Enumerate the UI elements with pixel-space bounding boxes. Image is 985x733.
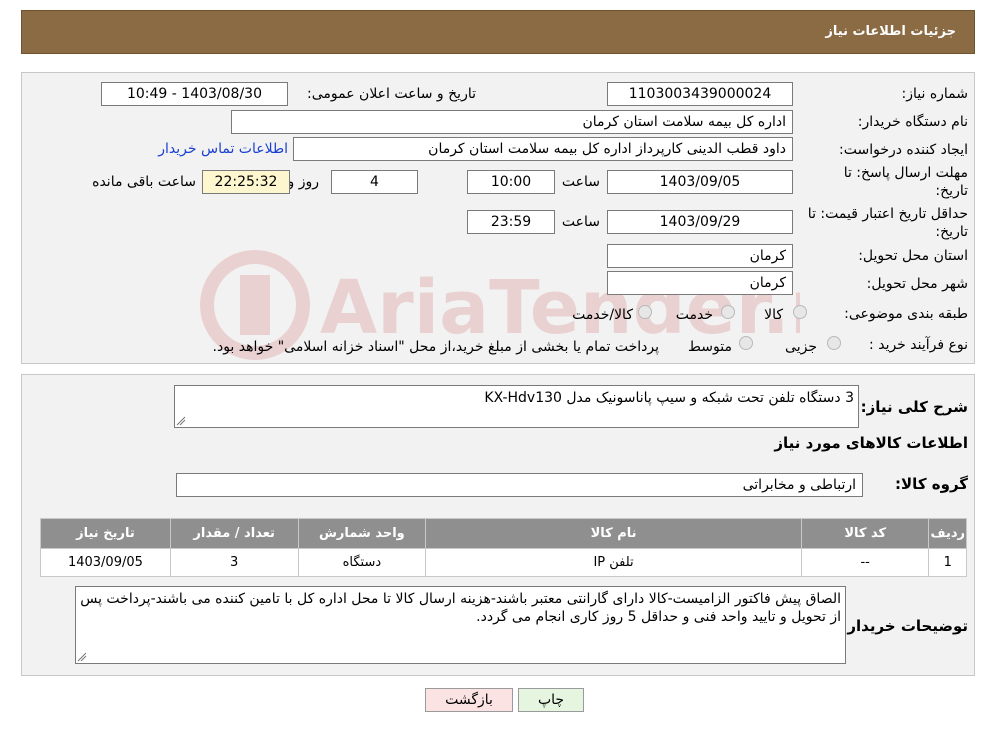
- category-option-goods: کالا: [764, 307, 783, 323]
- buyer-contact-link[interactable]: اطلاعات تماس خریدار: [158, 141, 288, 157]
- validity-time-field: 23:59: [467, 210, 555, 234]
- page-title: جزئیات اطلاعات نیاز: [21, 10, 975, 54]
- province-label: استان محل تحویل:: [858, 248, 968, 264]
- deadline-time-label: ساعت: [561, 174, 600, 190]
- buyer-notes-label: توضیحات خریدار:: [841, 617, 968, 635]
- days-remaining-field: 4: [331, 170, 418, 194]
- col-quantity: تعداد / مقدار: [169, 518, 299, 549]
- creator-field: داود قطب الدینی کارپرداز اداره کل بیمه س…: [293, 137, 793, 161]
- summary-text: 3 دستگاه تلفن تحت شبکه و سیپ پاناسونیک م…: [484, 390, 854, 406]
- deadline-label: مهلت ارسال پاسخ: تا: [843, 165, 968, 181]
- city-label: شهر محل تحویل:: [866, 276, 968, 292]
- cell-unit: دستگاه: [297, 548, 427, 577]
- days-label: روز و: [287, 174, 320, 190]
- summary-textarea[interactable]: 3 دستگاه تلفن تحت شبکه و سیپ پاناسونیک م…: [174, 385, 859, 428]
- deadline-label-date: تاریخ:: [935, 183, 968, 199]
- summary-label: شرح کلی نیاز:: [860, 398, 968, 416]
- category-radio-service[interactable]: [721, 305, 735, 319]
- validity-label-date: تاریخ:: [935, 224, 968, 240]
- cell-row-no: 1: [928, 548, 967, 577]
- process-note: پرداخت تمام یا بخشی از مبلغ خرید،از محل …: [212, 339, 659, 355]
- creator-label: ایجاد کننده درخواست:: [839, 142, 968, 158]
- process-option-minor: جزیی: [785, 339, 817, 355]
- validity-date-field: 1403/09/29: [607, 210, 793, 234]
- resize-grip-icon[interactable]: [77, 652, 87, 662]
- goods-info-title: اطلاعات کالاهای مورد نیاز: [774, 434, 968, 452]
- buyer-org-field: اداره کل بیمه سلامت استان کرمان: [231, 110, 793, 134]
- col-goods-name: نام کالا: [425, 518, 802, 549]
- table-header-row: ردیف کد کالا نام کالا واحد شمارش تعداد /…: [40, 518, 967, 549]
- goods-table: ردیف کد کالا نام کالا واحد شمارش تعداد /…: [40, 518, 967, 577]
- announce-label: تاریخ و ساعت اعلان عمومی:: [307, 86, 476, 102]
- category-radio-goods-service[interactable]: [638, 305, 652, 319]
- need-number-field: 1103003439000024: [607, 82, 793, 106]
- col-goods-code: کد کالا: [800, 518, 930, 549]
- col-row-no: ردیف: [928, 518, 967, 549]
- buyer-notes-text: الصاق پیش فاکتور الزامیست-کالا دارای گار…: [80, 591, 841, 625]
- remaining-time-label: ساعت باقی مانده: [92, 174, 196, 190]
- cell-quantity: 3: [169, 548, 299, 577]
- buyer-org-label: نام دستگاه خریدار:: [857, 114, 968, 130]
- announce-field: 1403/08/30 - 10:49: [101, 82, 288, 106]
- resize-grip-icon[interactable]: [176, 416, 186, 426]
- col-need-date: تاریخ نیاز: [40, 518, 171, 549]
- category-option-service: خدمت: [675, 307, 713, 323]
- goods-group-field: ارتباطی و مخابراتی: [176, 473, 863, 497]
- cell-goods-code: --: [800, 548, 930, 577]
- category-option-goods-service: کالا/خدمت: [572, 307, 633, 323]
- goods-group-label: گروه کالا:: [895, 475, 968, 493]
- back-button[interactable]: بازگشت: [425, 688, 513, 712]
- province-field: کرمان: [607, 244, 793, 268]
- col-unit: واحد شمارش: [297, 518, 427, 549]
- validity-time-label: ساعت: [561, 214, 600, 230]
- deadline-time-field: 10:00: [467, 170, 555, 194]
- process-option-medium: متوسط: [688, 339, 732, 355]
- table-row: 1 -- تلفن IP دستگاه 3 1403/09/05: [40, 548, 967, 577]
- validity-label: حداقل تاریخ اعتبار قیمت: تا: [807, 206, 968, 222]
- remaining-time-field: 22:25:32: [202, 170, 290, 194]
- category-radio-goods[interactable]: [793, 305, 807, 319]
- category-label: طبقه بندی موضوعی:: [844, 306, 968, 322]
- process-radio-medium[interactable]: [739, 336, 753, 350]
- process-label: نوع فرآیند خرید :: [869, 337, 968, 353]
- cell-need-date: 1403/09/05: [40, 548, 171, 577]
- city-field: کرمان: [607, 271, 793, 295]
- cell-goods-name: تلفن IP: [425, 548, 802, 577]
- deadline-date-field: 1403/09/05: [607, 170, 793, 194]
- print-button[interactable]: چاپ: [518, 688, 584, 712]
- buyer-notes-textarea[interactable]: الصاق پیش فاکتور الزامیست-کالا دارای گار…: [75, 586, 846, 664]
- need-number-label: شماره نیاز:: [901, 86, 969, 102]
- process-radio-minor[interactable]: [827, 336, 841, 350]
